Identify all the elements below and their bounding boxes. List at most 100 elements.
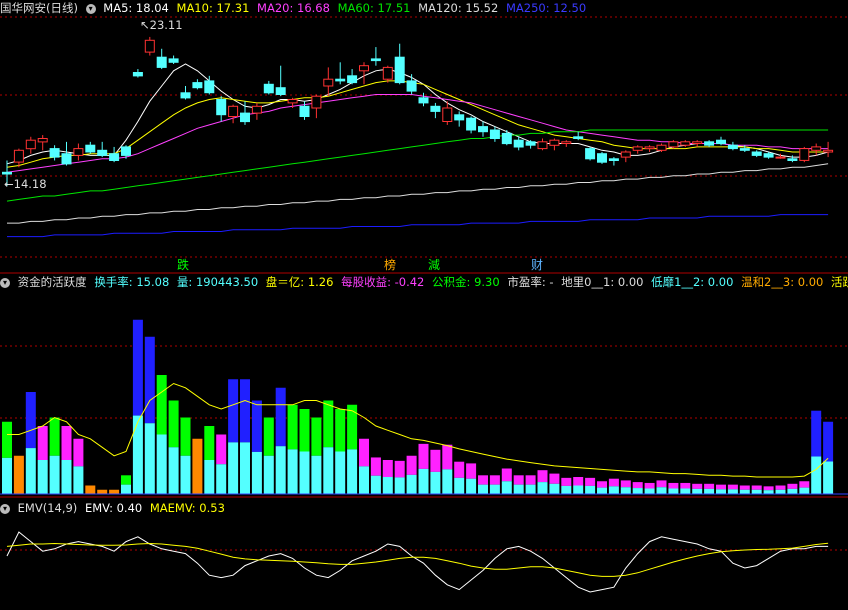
candle-body xyxy=(739,148,750,151)
activity-bar-base xyxy=(668,488,679,494)
kline-chart-canvas[interactable] xyxy=(0,0,848,610)
candle-body xyxy=(168,58,179,63)
candle-body xyxy=(823,149,834,153)
activity-bar xyxy=(668,482,679,489)
activity-bar-base xyxy=(406,474,417,494)
activity-bar xyxy=(489,475,500,485)
candle-body xyxy=(537,141,548,150)
candle-body xyxy=(180,92,191,99)
activity-bar xyxy=(275,387,286,447)
activity-bar xyxy=(192,438,203,494)
activity-bar-base xyxy=(299,451,310,494)
candle-body xyxy=(799,148,810,161)
activity-bar-base xyxy=(287,449,298,494)
activity-bar xyxy=(549,473,560,484)
candle-body xyxy=(323,78,334,87)
activity-bar xyxy=(109,489,120,494)
activity-bar xyxy=(739,485,750,490)
activity-bar xyxy=(370,457,381,476)
candle-body xyxy=(299,105,310,118)
activity-bar-base xyxy=(180,455,191,494)
candle-body xyxy=(37,138,48,143)
candle-body xyxy=(442,107,453,122)
activity-bar-base xyxy=(597,487,607,494)
activity-bar xyxy=(632,482,643,489)
activity-bar xyxy=(240,379,250,443)
fund-label: 公积金: 9.30 xyxy=(432,275,500,289)
candle-body xyxy=(513,139,524,148)
cap-label: 盘＝亿: 1.26 xyxy=(265,275,334,289)
candle-body xyxy=(525,141,536,146)
candle-body xyxy=(263,83,274,94)
circle-down-icon[interactable]: ▾ xyxy=(0,503,10,514)
candle-body xyxy=(156,56,167,68)
candle-body xyxy=(763,153,774,158)
candle-body xyxy=(418,97,429,104)
circle-down-icon[interactable]: ▾ xyxy=(0,277,10,288)
activity-bar-base xyxy=(49,455,60,494)
eps-label: 每股收益: -0.42 xyxy=(341,275,425,289)
event-marker-3[interactable]: 減 xyxy=(428,258,440,272)
turnover-label: 换手率: 15.08 xyxy=(94,275,170,289)
activity-bar-base xyxy=(680,488,691,494)
candle-body xyxy=(49,148,60,158)
middle-header: ▾ 资金的活跃度 换手率: 15.08 量: 190443.50 盘＝亿: 1.… xyxy=(0,274,848,290)
ma250-label: MA250: 12.50 xyxy=(505,1,587,15)
bottom-header: ▾ EMV(14,9) EMV: 0.40 MAEMV: 0.53 xyxy=(0,500,229,516)
activity-bar xyxy=(168,400,179,448)
activity-bar xyxy=(2,421,12,458)
activity-bar xyxy=(620,480,631,488)
event-marker-4[interactable]: 财 xyxy=(531,258,543,272)
candle-body xyxy=(240,112,250,123)
candle-body xyxy=(466,117,477,131)
activity-bar xyxy=(692,483,703,489)
activity-bar xyxy=(121,475,131,485)
event-marker-1[interactable]: 跌 xyxy=(177,258,189,272)
activity-bar-base xyxy=(132,415,143,494)
activity-bar-base xyxy=(430,471,441,494)
ma120-label: MA120: 15.52 xyxy=(418,1,499,15)
candle-body xyxy=(204,80,215,94)
ma250-line xyxy=(7,214,829,238)
activity-bar-base xyxy=(228,442,239,494)
activity-bar xyxy=(13,455,24,494)
activity-bar-base xyxy=(751,489,762,494)
activity-bar-base xyxy=(513,484,524,494)
activity-bar xyxy=(85,485,96,494)
activity-bar-base xyxy=(311,455,322,494)
activity-bar xyxy=(287,404,298,450)
event-marker-2[interactable]: 榜 xyxy=(384,258,396,272)
candle-body xyxy=(228,105,239,118)
level1-label: 低靡1__2: 0.00 xyxy=(651,275,734,289)
activity-bar-base xyxy=(359,466,369,494)
activity-bar xyxy=(763,486,774,491)
candle-body xyxy=(751,151,762,156)
activity-bar-base xyxy=(466,478,477,494)
activity-bar xyxy=(513,475,524,485)
candle-body xyxy=(585,148,596,160)
activity-bar xyxy=(73,438,84,467)
activity-bar xyxy=(597,481,607,488)
activity-bar xyxy=(359,438,369,467)
maemv-label: MAEMV: 0.53 xyxy=(149,501,225,515)
activity-bar-base xyxy=(620,487,631,494)
candle-body xyxy=(775,156,786,159)
activity-bar xyxy=(37,426,48,460)
candle-body xyxy=(620,151,631,158)
activity-bar xyxy=(811,410,822,457)
candle-body xyxy=(656,144,667,151)
activity-bar xyxy=(501,468,512,482)
activity-bar-base xyxy=(561,485,572,494)
circle-down-icon[interactable]: ▾ xyxy=(85,3,96,14)
activity-bar-base xyxy=(144,423,155,494)
activity-bar xyxy=(561,477,572,486)
activity-bar xyxy=(430,449,441,472)
top-header: 国华网安(日线) ▾ MA5: 18.04 MA10: 17.31 MA20: … xyxy=(0,0,590,16)
activity-bar-base xyxy=(121,484,131,494)
activity-bar xyxy=(49,417,60,456)
activity-bar-base xyxy=(692,488,703,494)
activity-bar xyxy=(204,426,215,460)
activity-bar-base xyxy=(632,488,643,494)
candle-body xyxy=(454,114,465,121)
candle-body xyxy=(478,126,488,133)
